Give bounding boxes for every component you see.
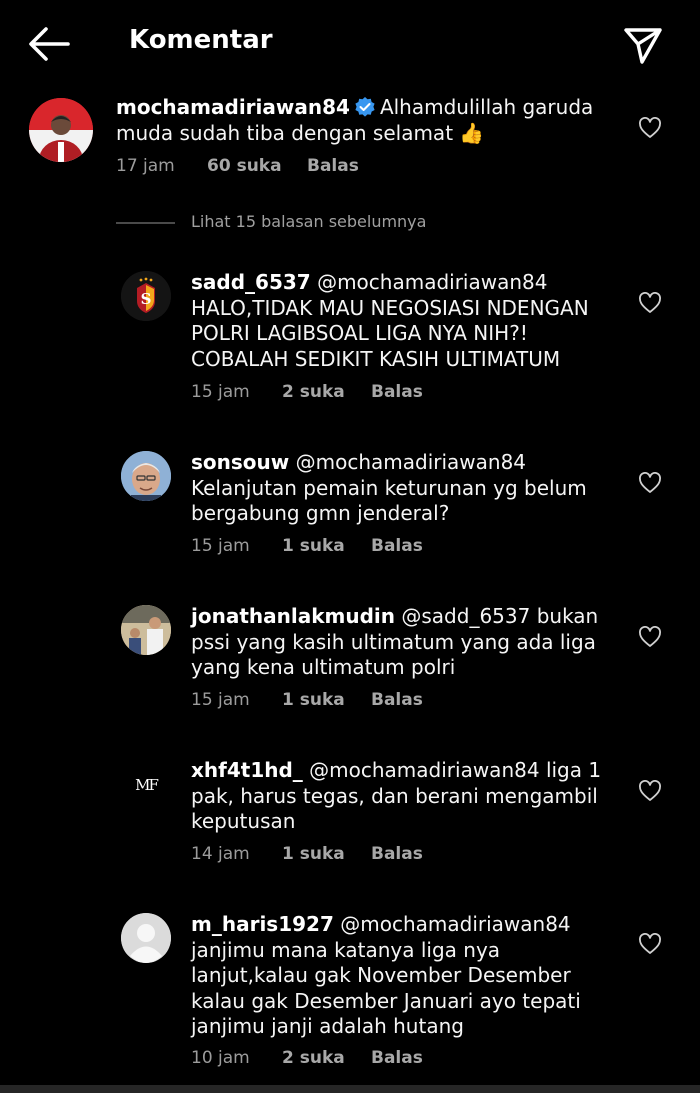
- avatar[interactable]: [121, 605, 171, 655]
- reply-button[interactable]: Balas: [307, 156, 359, 176]
- page-title: Komentar: [129, 25, 273, 55]
- avatar[interactable]: MF: [121, 759, 171, 809]
- comment-username[interactable]: mochamadiriawan84: [116, 95, 350, 119]
- view-previous-replies[interactable]: Lihat 15 balasan sebelumnya: [116, 212, 516, 236]
- reply-meta: 14 jam 1 suka Balas: [191, 844, 511, 866]
- avatar[interactable]: S: [121, 271, 171, 321]
- reply-button[interactable]: Balas: [371, 536, 423, 556]
- paper-plane-icon[interactable]: [620, 24, 666, 66]
- reply-time: 15 jam: [191, 690, 250, 710]
- likes-count[interactable]: 1 suka: [282, 690, 345, 710]
- reply-text: janjimu mana katanya liga nya lanjut,kal…: [191, 937, 581, 1039]
- verified-badge-icon: [354, 96, 376, 118]
- avatar[interactable]: [121, 451, 171, 501]
- heart-icon[interactable]: [638, 472, 662, 494]
- header: Komentar: [0, 0, 700, 88]
- view-previous-label: Lihat 15 balasan sebelumnya: [191, 212, 427, 231]
- heart-icon[interactable]: [638, 780, 662, 802]
- reply-time: 15 jam: [191, 382, 250, 402]
- likes-count[interactable]: 2 suka: [282, 382, 345, 402]
- likes-count[interactable]: 1 suka: [282, 536, 345, 556]
- reply-username[interactable]: sonsouw: [191, 450, 289, 474]
- heart-icon[interactable]: [638, 292, 662, 314]
- reply-button[interactable]: Balas: [371, 382, 423, 402]
- reply-username[interactable]: sadd_6537: [191, 270, 311, 294]
- reply-meta: 15 jam 2 suka Balas: [191, 382, 511, 404]
- likes-count[interactable]: 2 suka: [282, 1048, 345, 1068]
- divider-line: [116, 222, 175, 224]
- comment-time: 17 jam: [116, 156, 175, 176]
- reply-username[interactable]: jonathanlakmudin: [191, 604, 395, 628]
- reply-text: Kelanjutan pemain keturunan yg belum ber…: [191, 475, 587, 526]
- arrow-left-icon[interactable]: [26, 24, 72, 64]
- reply-button[interactable]: Balas: [371, 690, 423, 710]
- svg-text:S: S: [141, 290, 152, 308]
- mention-link[interactable]: @sadd_6537: [401, 604, 530, 628]
- mention-link[interactable]: @mochamadiriawan84: [296, 450, 526, 474]
- mention-link[interactable]: @mochamadiriawan84: [317, 270, 547, 294]
- reply-button[interactable]: Balas: [371, 1048, 423, 1068]
- mention-link[interactable]: @mochamadiriawan84: [340, 912, 570, 936]
- likes-count[interactable]: 60 suka: [207, 156, 282, 176]
- reply-meta: 15 jam 1 suka Balas: [191, 536, 511, 558]
- svg-text:MF: MF: [135, 776, 158, 794]
- reply-meta: 15 jam 1 suka Balas: [191, 690, 511, 712]
- likes-count[interactable]: 1 suka: [282, 844, 345, 864]
- reply-time: 15 jam: [191, 536, 250, 556]
- reply-username[interactable]: m_haris1927: [191, 912, 334, 936]
- comment-meta: 17 jam 60 suka Balas: [116, 156, 436, 178]
- reply-button[interactable]: Balas: [371, 844, 423, 864]
- reply-time: 14 jam: [191, 844, 250, 864]
- heart-icon[interactable]: [638, 117, 662, 139]
- reply-meta: 10 jam 2 suka Balas: [191, 1048, 511, 1070]
- reply-time: 10 jam: [191, 1048, 250, 1068]
- heart-icon[interactable]: [638, 626, 662, 648]
- mention-link[interactable]: @mochamadiriawan84: [309, 758, 539, 782]
- bottom-bar: [0, 1085, 700, 1093]
- reply-text: HALO,TIDAK MAU NEGOSIASI NDENGAN POLRI L…: [191, 295, 589, 371]
- heart-icon[interactable]: [638, 933, 662, 955]
- avatar[interactable]: [29, 98, 93, 162]
- avatar[interactable]: [121, 913, 171, 963]
- reply-username[interactable]: xhf4t1hd_: [191, 758, 303, 782]
